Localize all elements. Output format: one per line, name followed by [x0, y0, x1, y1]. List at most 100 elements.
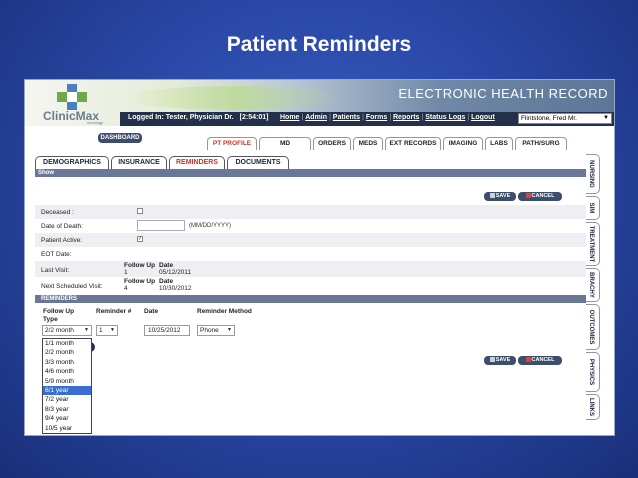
- side-tab-label: PHYSICS: [588, 358, 594, 386]
- header-swoosh: [125, 86, 345, 110]
- follow-up-type-dropdown: 1/1 month 2/2 month 3/3 month 4/6 month …: [42, 338, 92, 434]
- top-navbar: Logged In: Tester, Physician Dr. [2:54:0…: [120, 112, 614, 126]
- cancel-button[interactable]: CANCEL: [518, 192, 562, 201]
- last-visit-row: Last Visit: Follow Up Date 1 05/12/2011: [35, 261, 586, 277]
- dod-hint: (MM/DD/YYYY): [189, 223, 231, 229]
- side-tab-physics[interactable]: PHYSICS: [586, 352, 600, 392]
- chevron-down-icon: ▼: [84, 327, 89, 333]
- dropdown-option[interactable]: 2/2 month: [43, 348, 91, 357]
- side-tab-label: OUTCOMES: [588, 309, 594, 345]
- nav-links: Home | Admin | Patients | Forms | Reports | S…: [280, 114, 495, 121]
- side-tab-brachy[interactable]: BRACHY: [586, 268, 600, 302]
- next-visit-row: Next Scheduled Visit: Follow Up Date 4 1…: [35, 277, 586, 293]
- app-header: ClinicMax oncology ELECTRONIC HEALTH REC…: [25, 80, 614, 126]
- tab-labs[interactable]: LABS: [485, 137, 513, 150]
- side-tab-label: NURSING: [588, 160, 594, 188]
- nav-forms[interactable]: Forms: [366, 114, 387, 121]
- nav-home[interactable]: Home: [280, 114, 299, 121]
- date-of-death-row: Date of Death: (MM/DD/YYYY): [35, 219, 586, 233]
- dod-label: Date of Death:: [41, 223, 83, 230]
- reminder-method-value: Phone: [200, 327, 219, 334]
- dropdown-option-highlighted[interactable]: 6/1 year: [43, 385, 91, 396]
- tab-documents[interactable]: DOCUMENTS: [227, 156, 289, 169]
- show-bar[interactable]: Show: [35, 169, 586, 177]
- save-button[interactable]: SAVE: [484, 192, 516, 201]
- patient-name: Flintstone, Fred Mr.: [521, 115, 577, 122]
- save-label: SAVE: [495, 357, 511, 363]
- side-tab-nursing[interactable]: NURSING: [586, 154, 600, 194]
- next-fu-head: Follow Up: [124, 278, 156, 285]
- active-checkbox[interactable]: ✓: [137, 236, 143, 242]
- tab-ext-records[interactable]: EXT RECORDS: [385, 137, 441, 150]
- dod-input[interactable]: [137, 220, 185, 231]
- side-tab-label: LINKS: [588, 398, 594, 416]
- follow-up-type-select[interactable]: 2/2 month ▼: [42, 325, 92, 336]
- cancel-button-bottom[interactable]: CANCEL: [518, 356, 562, 365]
- side-tab-outcomes[interactable]: OUTCOMES: [586, 304, 600, 350]
- patient-active-row: Patient Active: ✓: [35, 233, 586, 247]
- tab-orders[interactable]: ORDERS: [313, 137, 351, 150]
- side-tab-label: TREATMENT: [588, 225, 594, 263]
- save-icon: [489, 357, 495, 363]
- side-tab-label: SIM: [588, 202, 594, 214]
- last-fu-value: 1: [124, 269, 128, 276]
- reminder-num-value: 1: [99, 327, 103, 334]
- dropdown-option[interactable]: 5/9 month: [43, 377, 91, 386]
- medical-cross-icon: [57, 84, 87, 110]
- session-timer: [2:54:01]: [239, 114, 269, 121]
- dropdown-option[interactable]: 10/5 year: [43, 424, 91, 433]
- nav-admin[interactable]: Admin: [305, 114, 327, 121]
- next-visit-label: Next Scheduled Visit:: [41, 283, 103, 290]
- cancel-icon: [525, 193, 531, 199]
- dropdown-option[interactable]: 1/1 month: [43, 339, 91, 348]
- last-fu-head: Follow Up: [124, 262, 156, 269]
- dropdown-option[interactable]: 7/2 year: [43, 395, 91, 404]
- tab-reminders[interactable]: REMINDERS: [169, 156, 225, 169]
- nav-status-logs[interactable]: Status Logs: [425, 114, 465, 121]
- cancel-label: CANCEL: [531, 193, 555, 199]
- col-follow-up-type: Follow Up Type: [43, 308, 75, 323]
- reminder-num-select[interactable]: 1 ▼: [96, 325, 118, 336]
- side-tab-label: BRACHY: [588, 272, 594, 298]
- nav-logout[interactable]: Logout: [471, 114, 495, 121]
- nav-patients[interactable]: Patients: [333, 114, 360, 121]
- deceased-checkbox[interactable]: [137, 208, 143, 214]
- reminder-method-select[interactable]: Phone ▼: [197, 325, 235, 336]
- dropdown-option[interactable]: 8/3 year: [43, 405, 91, 414]
- clinicmax-logo: ClinicMax oncology: [35, 84, 115, 125]
- last-visit-label: Last Visit:: [41, 267, 70, 274]
- patient-select[interactable]: Flintstone, Fred Mr. ▼: [518, 113, 612, 124]
- side-tab-links[interactable]: LINKS: [586, 394, 600, 420]
- logged-in-text: Logged In: Tester, Physician Dr. [2:54:0…: [128, 114, 268, 121]
- tab-md[interactable]: MD: [259, 137, 311, 150]
- nav-reports[interactable]: Reports: [393, 114, 419, 121]
- logo-subtext: oncology: [87, 120, 104, 125]
- last-date-head: Date: [159, 262, 174, 269]
- tab-path-surg[interactable]: PATH/SURG: [515, 137, 567, 150]
- chevron-down-icon: ▼: [227, 327, 232, 333]
- dropdown-option[interactable]: 4/6 month: [43, 367, 91, 376]
- col-reminder-method: Reminder Method: [197, 308, 252, 315]
- tab-insurance[interactable]: INSURANCE: [111, 156, 167, 169]
- side-tab-treatment[interactable]: TREATMENT: [586, 222, 600, 266]
- side-tab-sim[interactable]: SIM: [586, 196, 600, 220]
- reminder-date-input[interactable]: 10/25/2012: [144, 325, 190, 336]
- next-fu-value: 4: [124, 285, 128, 292]
- tab-meds[interactable]: MEDS: [353, 137, 383, 150]
- deceased-label: Deceased :: [41, 209, 74, 216]
- deceased-row: Deceased :: [35, 205, 586, 219]
- tab-demographics[interactable]: DEMOGRAPHICS: [35, 156, 109, 169]
- col-date: Date: [144, 308, 159, 315]
- dashboard-button[interactable]: DASHBOARD: [98, 133, 142, 143]
- chevron-down-icon: ▼: [110, 327, 115, 333]
- dropdown-option[interactable]: 3/3 month: [43, 358, 91, 367]
- tab-imaging[interactable]: IMAGING: [443, 137, 483, 150]
- tab-pt-profile[interactable]: PT PROFILE: [207, 137, 257, 150]
- follow-up-type-value: 2/2 month: [45, 327, 74, 334]
- last-date-value: 05/12/2011: [159, 269, 192, 276]
- dropdown-option[interactable]: 9/4 year: [43, 414, 91, 423]
- eot-row: EOT Date:: [35, 247, 586, 261]
- slide-title: Patient Reminders: [226, 33, 412, 56]
- reminders-bar: REMINDERS: [35, 295, 586, 303]
- save-button-bottom[interactable]: SAVE: [484, 356, 516, 365]
